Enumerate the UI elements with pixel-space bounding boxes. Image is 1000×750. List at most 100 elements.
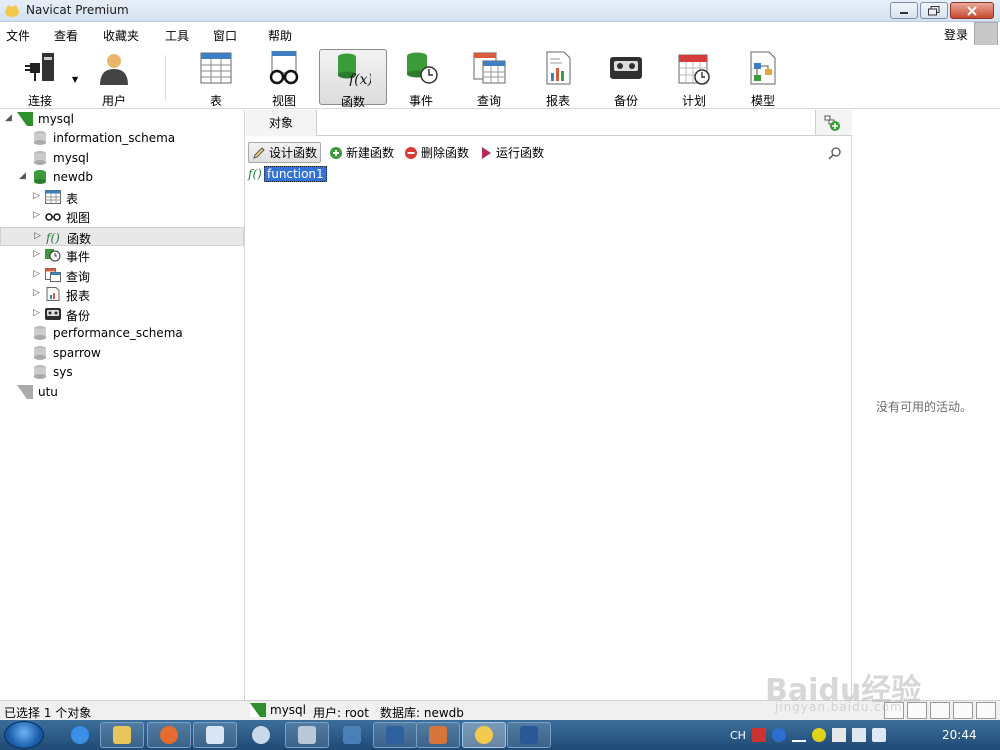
function-name[interactable]: function1 [264,166,327,182]
menu-view[interactable]: 查看 [54,27,78,44]
status-database: 数据库: newdb [380,706,464,720]
menu-help[interactable]: 帮助 [268,27,292,44]
tree-item-label: 备份 [66,309,91,323]
taskbar-notepad-button[interactable] [193,722,237,748]
glasses-icon [45,213,61,221]
start-button[interactable] [4,721,44,749]
toolbar-schedule-button[interactable]: 计划 [662,49,726,108]
search-icon[interactable] [828,146,842,160]
login-avatar[interactable] [974,22,998,46]
design-function-button[interactable]: 设计函数 [248,142,322,163]
calendar-icon [678,54,710,85]
taskbar-firefox-button[interactable] [147,722,191,748]
fullscreen-view-button[interactable] [976,702,996,719]
tree-item-events[interactable]: ▷ 事件 [0,246,244,265]
collapse-arrow-icon[interactable]: ▷ [33,210,40,220]
run-function-button[interactable]: 运行函数 [476,142,547,163]
tree-item-utu-connection[interactable]: utu [0,383,244,402]
menu-file[interactable]: 文件 [6,27,30,44]
flag-icon[interactable] [831,728,846,742]
new-function-button[interactable]: 新建函数 [326,142,397,163]
taskbar-calculator-button[interactable] [285,722,329,748]
action-label: 运行函数 [496,146,545,160]
plus-icon [330,146,342,159]
status-connection-name: mysql [270,703,306,717]
tree-item-tables[interactable]: ▷ 表 [0,188,244,207]
expand-arrow-icon[interactable]: ◢ [5,113,12,123]
collapse-arrow-icon[interactable]: ▷ [33,269,40,279]
login-link[interactable]: 登录 [944,26,968,43]
paint-icon [252,726,270,744]
menu-favorites[interactable]: 收藏夹 [103,27,139,44]
clock[interactable]: 20:44 [942,728,977,742]
connection-tree: ◢ mysql information_schema mysql ◢ newdb… [0,110,245,700]
volume-icon[interactable] [871,728,886,742]
tree-item-queries[interactable]: ▷ 查询 [0,266,244,285]
tree-item-database[interactable]: information_schema [0,129,244,148]
tray-expand-icon[interactable] [791,728,806,742]
minimize-button[interactable] [890,2,918,19]
security-icon[interactable] [811,728,826,742]
collapse-arrow-icon[interactable]: ▷ [33,191,40,201]
language-indicator[interactable]: CH [730,729,746,742]
tree-item-views[interactable]: ▷ 视图 [0,207,244,226]
tree-item-database[interactable]: mysql [0,149,244,168]
app-icon [386,726,404,744]
taskbar-navicat-button[interactable] [462,722,506,748]
backup-icon [45,308,61,320]
function-list-item[interactable]: f() function1 [248,166,327,182]
toolbar-function-button[interactable]: f(x) 函数 [319,49,387,109]
network-icon[interactable] [851,728,866,742]
tree-item-database-newdb[interactable]: ◢ newdb [0,168,244,187]
collapse-arrow-icon[interactable]: ▷ [34,231,41,241]
function-icon: f(x) [338,53,373,88]
toolbar-event-button[interactable]: 事件 [389,49,453,108]
tree-item-label: sys [53,365,73,379]
taskbar-word-button[interactable] [507,722,551,748]
tree-item-backups[interactable]: ▷ 备份 [0,305,244,324]
toolbar-model-button[interactable]: 模型 [731,49,795,108]
toolbar-user-button[interactable]: 用户 [82,49,146,108]
toolbar-query-button[interactable]: 查询 [457,49,521,108]
tree-item-database[interactable]: performance_schema [0,324,244,343]
action-label: 设计函数 [269,146,318,160]
taskbar-remote-button[interactable] [330,722,374,748]
tab-objects[interactable]: 对象 [246,110,316,136]
taskbar-paint-button[interactable] [239,722,283,748]
taskbar-app-button[interactable] [373,722,417,748]
taskbar-ie-button[interactable] [58,722,102,748]
ime-icon[interactable] [751,728,766,742]
toolbar-table-button[interactable]: 表 [184,49,248,108]
taskbar-explorer-button[interactable] [100,722,144,748]
model-icon [750,51,776,85]
tree-item-database[interactable]: sys [0,363,244,382]
help-icon[interactable] [771,728,786,742]
user-icon [100,54,128,85]
toolbar-backup-button[interactable]: 备份 [594,49,658,108]
taskbar-tool-button[interactable] [416,722,460,748]
expand-arrow-icon[interactable]: ◢ [19,171,26,181]
database-icon [34,326,46,340]
collapse-arrow-icon[interactable]: ▷ [33,288,40,298]
menu-window[interactable]: 窗口 [213,27,237,44]
table-icon [45,190,61,204]
toolbar-report-button[interactable]: 报表 [526,49,590,108]
tree-item-functions[interactable]: ▷ f() 函数 [0,227,244,246]
new-tab-icon[interactable] [824,115,840,131]
restore-button[interactable] [920,2,948,19]
status-user: 用户: root [313,706,369,720]
menu-tools[interactable]: 工具 [165,27,189,44]
collapse-arrow-icon[interactable]: ▷ [33,308,40,318]
delete-function-button[interactable]: 删除函数 [401,142,472,163]
minus-icon [405,146,417,159]
toolbar-connect-button[interactable]: 连接 [8,49,72,108]
collapse-arrow-icon[interactable]: ▷ [33,249,40,259]
tree-item-reports[interactable]: ▷ 报表 [0,285,244,304]
toolbar-view-button[interactable]: 视图 [252,49,316,108]
split-view-button[interactable] [953,702,973,719]
tree-item-database[interactable]: sparrow [0,344,244,363]
close-button[interactable] [950,2,994,19]
chevron-down-icon[interactable]: ▼ [72,75,78,84]
database-open-icon [34,170,46,184]
tree-item-mysql-connection[interactable]: ◢ mysql [0,110,244,129]
